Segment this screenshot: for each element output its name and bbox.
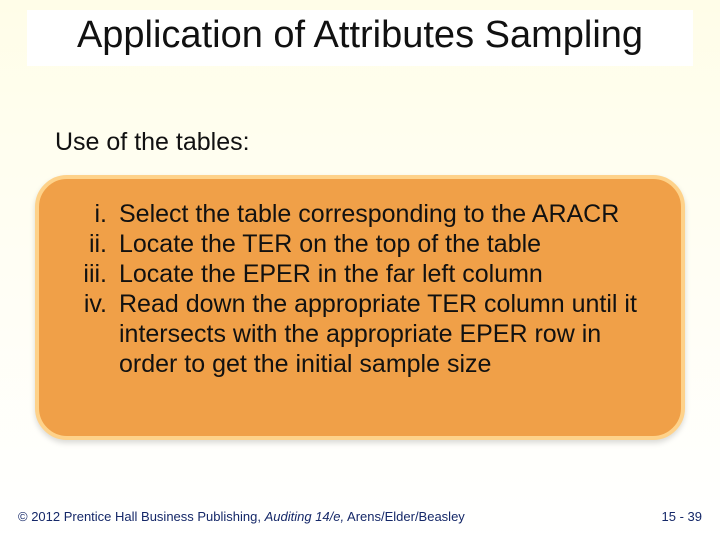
slide-title-wrap: Application of Attributes Sampling <box>0 10 720 66</box>
list-item-number: iv. <box>49 289 119 379</box>
content-panel: i. Select the table corresponding to the… <box>35 175 685 440</box>
slide-subtitle: Use of the tables: <box>55 128 250 157</box>
footer-authors: Arens/Elder/Beasley <box>344 509 465 524</box>
list-item-number: ii. <box>49 229 119 259</box>
list-item-text: Locate the TER on the top of the table <box>119 229 671 259</box>
slide-title: Application of Attributes Sampling <box>77 14 643 58</box>
footer-copyright-prefix: © 2012 Prentice Hall Business Publishing… <box>18 509 265 524</box>
footer-book-title: Auditing 14/e, <box>265 509 345 524</box>
footer-page-number: 15 - 39 <box>662 509 702 524</box>
footer-copyright: © 2012 Prentice Hall Business Publishing… <box>18 509 465 524</box>
list-item-number: i. <box>49 199 119 229</box>
ordered-list: i. Select the table corresponding to the… <box>49 199 671 379</box>
footer: © 2012 Prentice Hall Business Publishing… <box>18 509 702 524</box>
list-item-text: Locate the EPER in the far left column <box>119 259 671 289</box>
list-item-number: iii. <box>49 259 119 289</box>
slide-title-bg: Application of Attributes Sampling <box>27 10 693 66</box>
list-item-text: Read down the appropriate TER column unt… <box>119 289 671 379</box>
list-item: iv. Read down the appropriate TER column… <box>49 289 671 379</box>
list-item: ii. Locate the TER on the top of the tab… <box>49 229 671 259</box>
list-item-text: Select the table corresponding to the AR… <box>119 199 671 229</box>
list-item: i. Select the table corresponding to the… <box>49 199 671 229</box>
list-item: iii. Locate the EPER in the far left col… <box>49 259 671 289</box>
